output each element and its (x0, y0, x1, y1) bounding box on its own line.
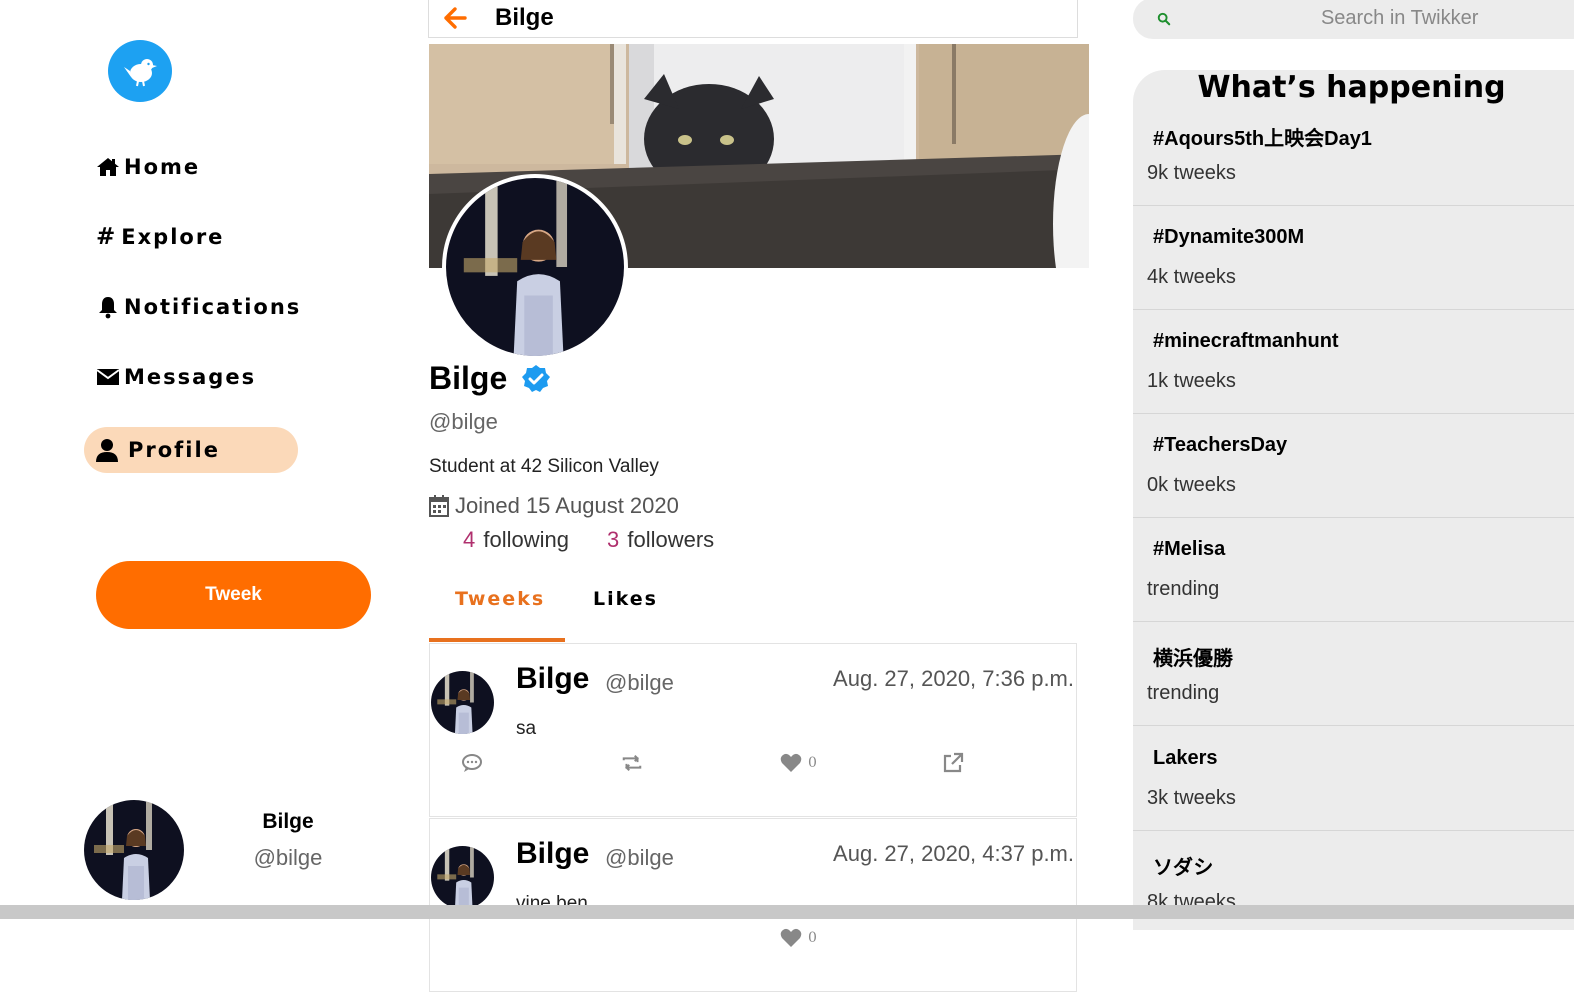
nav-home[interactable]: Home (96, 147, 200, 187)
home-icon (97, 158, 119, 176)
nav-notifications-label: Notifications (124, 295, 302, 319)
trend-name: ソダシ (1153, 857, 1214, 879)
tweet-author-name[interactable]: Bilge (516, 837, 589, 871)
verified-badge-icon (522, 364, 551, 392)
bell-icon (99, 297, 117, 319)
trend-item[interactable]: #Melisa trending (1133, 518, 1574, 622)
header-title: Bilge (495, 3, 554, 31)
trend-item[interactable]: Lakers 3k tweeks (1133, 727, 1574, 831)
followers-count: 3 (606, 527, 620, 552)
trend-name: #Melisa (1153, 538, 1226, 560)
trend-count: 4k tweeks (1147, 266, 1236, 288)
tweet-author-handle: @bilge (605, 845, 674, 870)
trend-item[interactable]: #Aqours5th上映会Day1 9k tweeks (1133, 102, 1574, 206)
share-button[interactable] (942, 752, 964, 774)
trend-count: 9k tweeks (1147, 162, 1236, 184)
arrow-left-icon[interactable] (441, 5, 467, 31)
envelope-icon (96, 369, 120, 385)
trend-count: 3k tweeks (1147, 787, 1236, 809)
nav-notifications[interactable]: Notifications (96, 287, 301, 327)
account-name: Bilge (262, 810, 314, 833)
profile-name-row: Bilge (429, 360, 551, 397)
heart-icon (780, 928, 802, 947)
active-tab-underline (429, 638, 565, 642)
followers-label: followers (627, 527, 715, 552)
hash-icon: # (96, 224, 118, 250)
trend-item[interactable]: #minecraftmanhunt 1k tweeks (1133, 310, 1574, 414)
profile-follow-stats: 4 following 3 followers (463, 527, 714, 553)
trend-count: trending (1147, 682, 1220, 704)
tab-likes[interactable]: Likes (593, 588, 658, 610)
account-handle: @bilge (253, 845, 323, 870)
following-link[interactable]: 4 following (463, 527, 569, 553)
account-avatar[interactable] (84, 800, 184, 900)
trend-count: trending (1147, 578, 1220, 600)
heart-icon (780, 753, 802, 772)
nav-profile-label: Profile (128, 438, 220, 462)
tweet-author-handle: @bilge (605, 670, 674, 695)
like-button[interactable]: 0 (780, 927, 817, 949)
nav-messages-label: Messages (124, 365, 257, 389)
nav-explore[interactable]: # Explore (96, 217, 224, 257)
nav-explore-label: Explore (121, 225, 225, 249)
trend-name: 横浜優勝 (1153, 648, 1233, 670)
tweet-card[interactable]: Bilge @bilge Aug. 27, 2020, 7:36 p.m. sa… (429, 643, 1077, 817)
profile-joined: Joined 15 August 2020 (429, 493, 679, 519)
nav-profile[interactable]: Profile (84, 427, 298, 473)
tweet-actions: 0 (430, 927, 1076, 953)
trend-name: #minecraftmanhunt (1153, 330, 1339, 352)
trend-item[interactable]: #Dynamite300M 4k tweeks (1133, 206, 1574, 310)
search-input[interactable] (1318, 6, 1574, 31)
tweet-date: Aug. 27, 2020, 4:37 p.m. (833, 841, 1074, 866)
retweet-icon (622, 754, 642, 772)
trend-name: #Dynamite300M (1153, 226, 1305, 248)
horizontal-scrollbar[interactable] (0, 905, 1574, 919)
like-button[interactable]: 0 (780, 752, 817, 774)
tweet-actions: 0 (430, 752, 1076, 778)
trend-name: #Aqours5th上映会Day1 (1153, 128, 1372, 150)
user-icon (96, 439, 118, 462)
nav-home-label: Home (124, 155, 201, 179)
profile-name: Bilge (429, 360, 508, 396)
trend-item[interactable]: 横浜優勝 trending (1133, 622, 1574, 726)
tweet-avatar[interactable] (431, 846, 494, 909)
trend-item[interactable]: #TeachersDay 0k tweeks (1133, 414, 1574, 518)
tab-tweeks[interactable]: Tweeks (455, 588, 545, 610)
tweet-text: sa (516, 718, 537, 739)
following-label: following (483, 527, 569, 552)
profile-avatar (442, 174, 628, 360)
profile-handle: @bilge (429, 409, 498, 434)
followers-link[interactable]: 3 followers (607, 527, 714, 553)
retweek-button[interactable] (621, 752, 643, 774)
external-link-icon (943, 752, 964, 773)
following-count: 4 (463, 527, 476, 552)
twikker-logo[interactable] (108, 40, 172, 102)
tweek-button[interactable]: Tweek (96, 561, 371, 629)
tweet-date: Aug. 27, 2020, 7:36 p.m. (833, 666, 1074, 691)
profile-joined-text: Joined 15 August 2020 (455, 493, 679, 518)
reply-button[interactable] (461, 752, 483, 774)
like-count: 0 (808, 930, 817, 946)
trend-name: Lakers (1153, 747, 1218, 769)
search-icon (1157, 12, 1171, 25)
trend-count: 1k tweeks (1147, 370, 1236, 392)
tweet-avatar[interactable] (431, 671, 494, 734)
trend-count: 0k tweeks (1147, 474, 1236, 496)
search-bar (1133, 0, 1574, 39)
comment-icon (462, 754, 482, 772)
trend-name: #TeachersDay (1153, 434, 1288, 456)
nav-messages[interactable]: Messages (96, 357, 256, 397)
profile-header-bar: Bilge (428, 0, 1078, 38)
calendar-icon (429, 495, 449, 517)
trends-title: What’s happening (1197, 70, 1506, 105)
tweet-author-name[interactable]: Bilge (516, 662, 589, 696)
bird-icon (124, 59, 157, 87)
profile-bio: Student at 42 Silicon Valley (429, 456, 659, 477)
like-count: 0 (808, 755, 817, 771)
trends-panel: What’s happening #Aqours5th上映会Day1 9k tw… (1133, 70, 1574, 930)
